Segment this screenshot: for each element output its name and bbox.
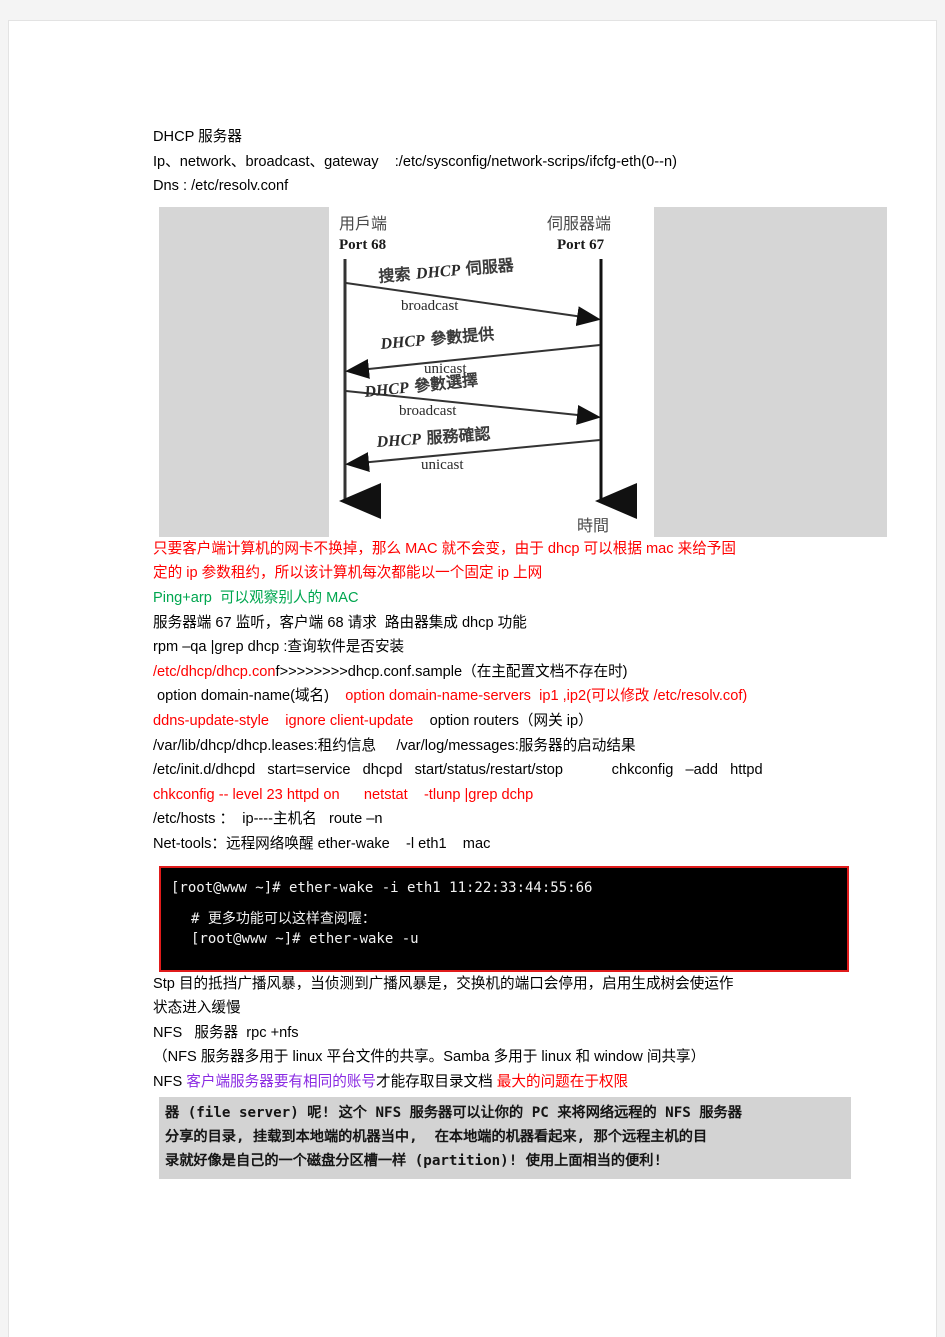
option-domain-name-servers: option domain-name-servers ip1 ,ip2(可以修改…: [345, 688, 748, 705]
mac-note-line-2: 定的 ip 参数租约，所以该计算机每次都能以一个固定 ip 上网: [153, 565, 543, 582]
option-domain-line: option domain-name(域名) option domain-nam…: [153, 684, 893, 709]
dhcp-diagram-canvas: 用戶端 Port 68 伺服器端 Port 67 搜索 DHCP 伺服器 bro…: [329, 206, 654, 537]
document-page: DHCP 服务器 Ip、network、broadcast、gateway :/…: [8, 20, 937, 1337]
dhcp-conf-line: /etc/dhcp/dhcp.conf>>>>>>>>dhcp.conf.sam…: [153, 660, 893, 685]
net-tools-line: Net-tools：远程网络唤醒 ether-wake -l eth1 mac: [153, 835, 491, 852]
dhcp-sequence-diagram-figure: 用戶端 Port 68 伺服器端 Port 67 搜索 DHCP 伺服器 bro…: [159, 206, 887, 537]
nfs-rpc-line: NFS 服务器 rpc +nfs: [153, 1024, 299, 1041]
ddns-line: ddns-update-style ignore client-update o…: [153, 709, 893, 734]
nfs-quote-line-3: 录就好像是自己的一个磁盘分区槽一样 (partition)! 使用上面相当的便利…: [165, 1153, 663, 1170]
message-cast-3: broadcast: [399, 403, 457, 419]
nfs-account-purple: 客户端服务器要有相同的账号: [186, 1073, 376, 1090]
nfs-account-line: NFS 客户端服务器要有相同的账号才能存取目录文档 最大的问题在于权限: [153, 1070, 893, 1095]
option-routers: option routers（网关 ip）: [429, 712, 593, 729]
terminal-line-2: # 更多功能可以这样查阅喔：: [191, 910, 376, 927]
document-content: DHCP 服务器 Ip、network、broadcast、gateway :/…: [153, 125, 893, 1180]
dns-config-path-line: Dns : /etc/resolv.conf: [153, 178, 289, 195]
etc-hosts-line: /etc/hosts ： ip----主机名 route –n: [153, 811, 383, 828]
chkconfig-netstat-line: chkconfig -- level 23 httpd on netstat -…: [153, 786, 534, 803]
message-cast-1: broadcast: [401, 298, 459, 314]
page-title: DHCP 服务器: [153, 129, 242, 145]
ping-arp-description: 可以观察别人的 MAC: [219, 589, 359, 606]
nfs-account-prefix: NFS: [153, 1073, 187, 1090]
dhcp-conf-sample: f>>>>>>>>dhcp.conf.sample（在主配置文档不存在时): [275, 663, 628, 680]
rpm-query-line: rpm –qa |grep dhcp :查询软件是否安装: [153, 639, 405, 656]
ping-arp-desc: [212, 590, 220, 606]
server-label: 伺服器端: [547, 214, 611, 233]
ddns-spacer: [413, 713, 429, 729]
initd-dhcpd-line: /etc/init.d/dhcpd start=service dhcpd st…: [153, 762, 763, 779]
client-port-label: Port 68: [339, 237, 386, 253]
nfs-quote-line-1: 器 (file server) 呢! 这个 NFS 服务器可以让你的 PC 来将…: [165, 1105, 742, 1122]
ip-config-path-line: Ip、network、broadcast、gateway :/etc/sysco…: [153, 153, 677, 170]
dhcp-conf-path: /etc/dhcp/dhcp.con: [153, 663, 276, 680]
nfs-samba-line: （NFS 服务器多用于 linux 平台文件的共享。Samba 多用于 linu…: [153, 1049, 706, 1066]
message-cast-4: unicast: [421, 457, 464, 473]
message-title-4: DHCP 服務確認: [375, 424, 491, 451]
client-label: 用戶端: [339, 214, 387, 233]
nfs-account-mid: 才能存取目录文档: [375, 1073, 497, 1090]
ddns-update-style: ddns-update-style ignore client-update: [153, 712, 414, 729]
mac-note-line-1: 只要客户端计算机的网卡不换掉，那么 MAC 就不会变，由于 dhcp 可以根据 …: [153, 540, 736, 557]
ping-arp-command: Ping+arp: [153, 589, 212, 606]
nfs-account-red: 最大的问题在于权限: [496, 1073, 629, 1090]
stp-line-1: Stp 目的抵挡广播风暴，当侦测到广播风暴是，交换机的端口会停用，启用生成树会使…: [153, 975, 734, 992]
nfs-quote-line-2: 分享的目录, 挂载到本地端的机器当中, 在本地端的机器看起来, 那个远程主机的目: [165, 1129, 708, 1146]
message-title-1: 搜索 DHCP 伺服器: [378, 255, 516, 286]
dhcp-diagram-svg: 用戶端 Port 68 伺服器端 Port 67 搜索 DHCP 伺服器 bro…: [339, 214, 637, 535]
ports-line: 服务器端 67 监听，客户端 68 请求 路由器集成 dhcp 功能: [153, 614, 527, 631]
option-domain-name: option domain-name(域名): [153, 688, 330, 705]
message-title-2: DHCP 參數提供: [379, 324, 495, 353]
leases-log-line: /var/lib/dhcp/dhcp.leases:租约信息 /var/log/…: [153, 737, 636, 754]
nfs-quote-figure: 器 (file server) 呢! 这个 NFS 服务器可以让你的 PC 来将…: [159, 1097, 851, 1180]
message-title-3: DHCP 參數選擇: [362, 370, 478, 401]
message-arrow-1: [345, 281, 601, 326]
time-label: 時間: [577, 516, 609, 535]
server-port-label: Port 67: [557, 237, 605, 253]
terminal-screenshot-figure: [root@www ~]# ether-wake -i eth1 11:22:3…: [159, 865, 849, 972]
option-spacer: [329, 688, 345, 704]
stp-line-2: 状态进入缓慢: [153, 1000, 241, 1017]
terminal-line-3: [root@www ~]# ether-wake -u: [191, 930, 419, 947]
ping-arp-line: Ping+arp 可以观察别人的 MAC: [153, 586, 893, 611]
terminal-line-1: [root@www ~]# ether-wake -i eth1 11:22:3…: [171, 879, 593, 896]
